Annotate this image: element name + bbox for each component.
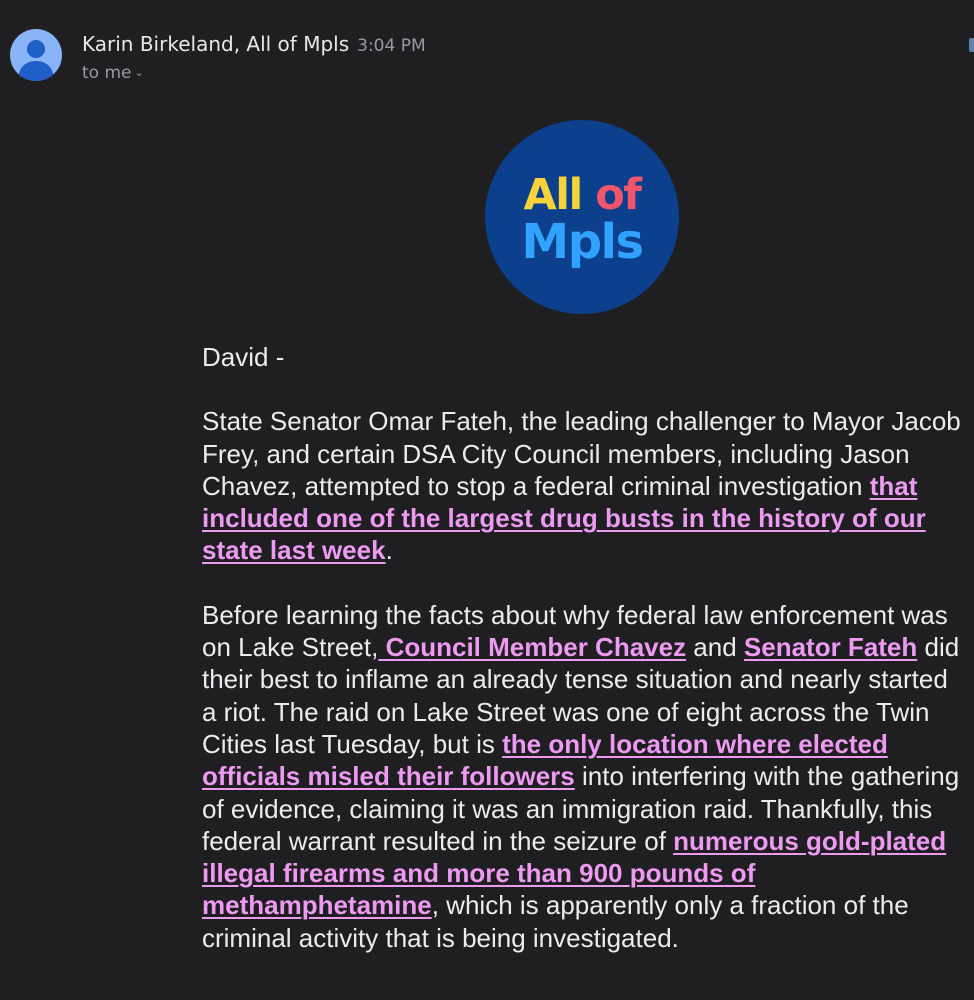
email-body: David - State Senator Omar Fateh, the le… — [202, 341, 968, 986]
paragraph-1: State Senator Omar Fateh, the leading ch… — [202, 405, 968, 566]
chevron-down-icon[interactable]: ⌄ — [135, 66, 144, 79]
sent-time: 3:04 PM — [357, 36, 426, 56]
p1-end: . — [385, 535, 393, 566]
logo-word-of: of — [595, 170, 642, 220]
sender-name[interactable]: Karin Birkeland, All of Mpls — [82, 32, 349, 56]
recipient-label: to me — [82, 63, 132, 83]
logo-word-all: All — [523, 170, 584, 220]
sender-avatar[interactable] — [10, 29, 62, 81]
p2-text-2: and — [686, 632, 744, 663]
all-of-mpls-logo: All of Mpls — [485, 120, 679, 314]
logo-line-1: All of — [485, 171, 679, 219]
sender-line: Karin Birkeland, All of Mpls 3:04 PM — [82, 31, 426, 59]
overflow-action-edge[interactable] — [969, 38, 974, 52]
logo-word-mpls: Mpls — [521, 214, 644, 270]
greeting: David - — [202, 342, 285, 372]
recipient-details-toggle[interactable]: to me ⌄ — [82, 62, 144, 84]
p1-text: State Senator Omar Fateh, the leading ch… — [202, 406, 961, 501]
paragraph-2: Before learning the facts about why fede… — [202, 599, 968, 954]
person-icon — [18, 40, 54, 81]
senator-fateh-link[interactable]: Senator Fateh — [744, 632, 917, 662]
email-header: Karin Birkeland, All of Mpls 3:04 PM to m… — [0, 0, 974, 100]
council-member-chavez-link[interactable]: Council Member Chavez — [378, 632, 687, 662]
